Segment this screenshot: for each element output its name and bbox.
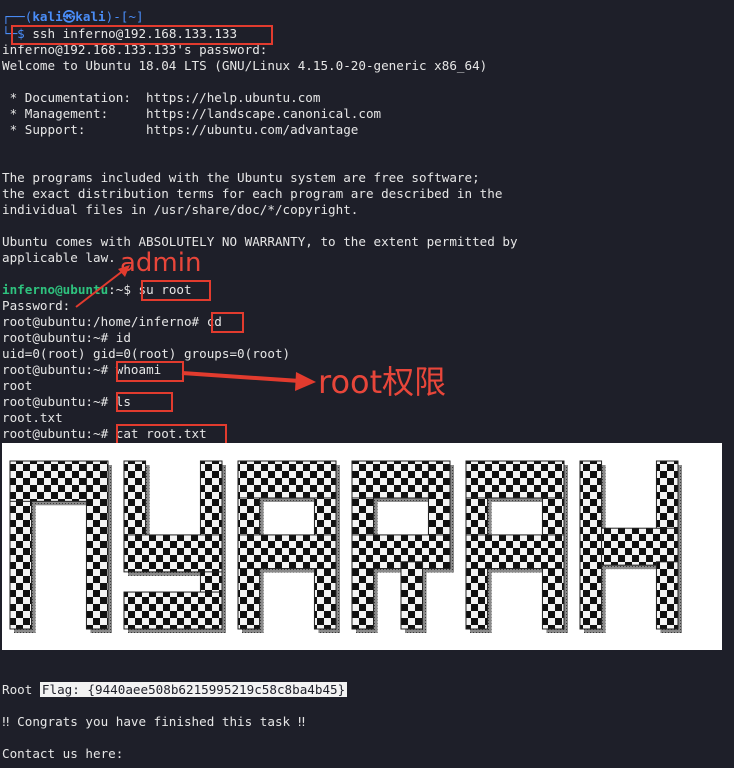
banner-letter-n bbox=[9, 460, 112, 633]
banner-stroke bbox=[465, 534, 565, 570]
root-privilege-annotation: root权限 bbox=[318, 363, 447, 401]
banner-letter-r bbox=[351, 460, 454, 633]
banner-letter-y bbox=[123, 460, 226, 633]
root-arrow-icon bbox=[181, 371, 316, 391]
banner-stroke bbox=[400, 561, 424, 630]
admin-arrow-icon bbox=[75, 265, 130, 308]
banner-stroke bbox=[655, 561, 679, 630]
banner-stroke bbox=[123, 591, 223, 630]
banner-art bbox=[9, 460, 682, 633]
contact-line: Contact us here: bbox=[2, 746, 124, 761]
flag-prefix: Root bbox=[2, 682, 40, 697]
banner-stroke bbox=[601, 527, 679, 566]
banner-stroke bbox=[237, 460, 337, 499]
banner-stroke bbox=[85, 460, 109, 630]
root-flag: Flag: {9440aee508b6215995219c58c8ba4b45} bbox=[39, 682, 348, 697]
nyarak-ascii-banner bbox=[2, 443, 722, 650]
banner-stroke bbox=[655, 460, 679, 533]
banner-stroke bbox=[465, 460, 565, 499]
banner-letter-a bbox=[237, 460, 340, 633]
banner-letter-a bbox=[465, 460, 568, 633]
banner-stroke bbox=[123, 534, 223, 573]
banner-stroke bbox=[237, 534, 337, 570]
banner-letter-k bbox=[579, 460, 682, 633]
banner-stroke bbox=[579, 460, 603, 630]
flag-line: Root Flag: {9440aee508b6215995219c58c8ba… bbox=[2, 682, 348, 698]
congrats-message: ‼ Congrats you have finished this task ‼ bbox=[2, 714, 306, 729]
